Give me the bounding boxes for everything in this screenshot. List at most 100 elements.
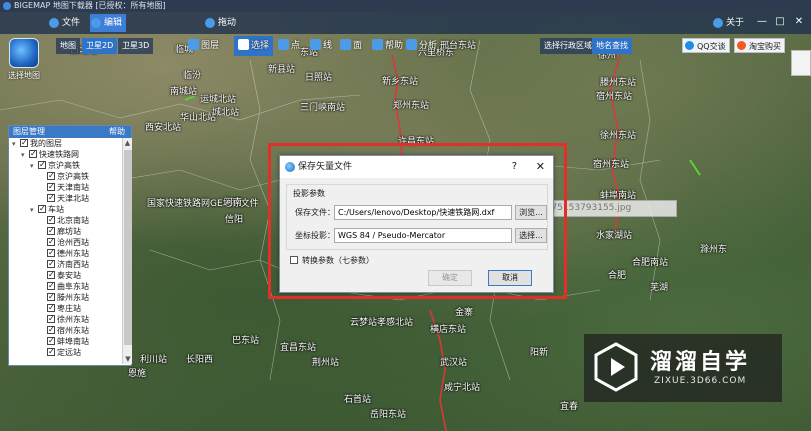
checkbox-box[interactable] bbox=[290, 256, 298, 264]
layer-tree-item[interactable]: 滕州东站 bbox=[9, 291, 121, 303]
close-button[interactable]: ✕ bbox=[793, 16, 805, 28]
menu-file[interactable]: 文件 bbox=[48, 14, 84, 32]
tool-select[interactable]: 选择 bbox=[234, 36, 274, 56]
convert-params-checkbox[interactable]: 转换参数（七参数） bbox=[290, 256, 374, 266]
scroll-thumb[interactable] bbox=[124, 150, 132, 345]
layer-panel-scrollbar[interactable]: ▲ ▼ bbox=[122, 138, 132, 364]
layer-checkbox[interactable] bbox=[47, 181, 55, 192]
side-panel-toggle[interactable] bbox=[791, 50, 811, 76]
layer-panel-help-link[interactable]: 帮助 bbox=[109, 126, 125, 138]
scroll-up-icon[interactable]: ▲ bbox=[123, 138, 132, 148]
minimize-button[interactable]: — bbox=[756, 16, 768, 28]
save-vector-dialog: 保存矢量文件 ? ✕ 投影参数 保存文件： 浏览... 坐标投影： 选择... … bbox=[279, 155, 554, 293]
layer-tree-item[interactable]: 北京南站 bbox=[9, 214, 121, 226]
layer-checkbox[interactable] bbox=[47, 302, 55, 313]
layer-checkbox[interactable] bbox=[47, 247, 55, 258]
layer-checkbox[interactable] bbox=[47, 236, 55, 247]
layer-tree-item[interactable]: ▾车站 bbox=[9, 203, 121, 215]
layer-checkbox[interactable] bbox=[47, 214, 55, 225]
layer-tree-item[interactable]: 徐州东站 bbox=[9, 313, 121, 325]
layer-checkbox[interactable] bbox=[47, 346, 55, 357]
menu-file-label: 文件 bbox=[62, 18, 81, 28]
layer-checkbox[interactable] bbox=[47, 335, 55, 346]
tab-satellite-2d[interactable]: 卫星2D bbox=[82, 38, 118, 54]
choose-map-button[interactable]: 选择地图 bbox=[6, 38, 42, 88]
layer-checkbox[interactable] bbox=[47, 291, 55, 302]
layer-tree-item[interactable]: 沧州西站 bbox=[9, 236, 121, 248]
cursor-icon bbox=[238, 39, 249, 50]
dialog-help-button[interactable]: ? bbox=[512, 156, 517, 178]
tool-layers-label: 图层 bbox=[201, 41, 220, 51]
layer-checkbox[interactable] bbox=[38, 203, 46, 214]
tab-admin-region[interactable]: 选择行政区域 bbox=[540, 38, 596, 54]
layer-checkbox[interactable] bbox=[20, 138, 28, 148]
maximize-button[interactable]: □ bbox=[774, 16, 786, 28]
cancel-button[interactable]: 取消 bbox=[488, 270, 532, 286]
layer-tree-item[interactable]: ▾我的图层 bbox=[9, 138, 121, 149]
layer-tree-item[interactable]: 蚌埠南站 bbox=[9, 335, 121, 347]
map-label: 新县站 bbox=[268, 65, 296, 75]
tool-point[interactable]: 点 bbox=[274, 36, 304, 56]
browse-button[interactable]: 浏览... bbox=[515, 205, 547, 220]
layer-tree: ▾我的图层▾快速铁路网▾京沪高铁京沪高铁天津南站天津北站▾车站北京南站廊坊站沧州… bbox=[9, 138, 121, 364]
tool-line-label: 线 bbox=[323, 41, 333, 51]
layer-tree-item[interactable]: ▾快速铁路网 bbox=[9, 148, 121, 160]
layer-checkbox[interactable] bbox=[47, 170, 55, 181]
layer-checkbox[interactable] bbox=[38, 159, 46, 170]
line-icon bbox=[310, 39, 321, 50]
map-label: 徐州东站 bbox=[600, 131, 637, 141]
layer-tree-item[interactable]: 定远站 bbox=[9, 346, 121, 358]
tool-line[interactable]: 线 bbox=[306, 36, 336, 56]
layer-label: 蚌埠南站 bbox=[57, 337, 89, 346]
projection-group-label: 投影参数 bbox=[293, 189, 325, 198]
tool-layers[interactable]: 图层 bbox=[184, 36, 223, 56]
polygon-icon bbox=[340, 39, 351, 50]
ok-button[interactable]: 确定 bbox=[428, 270, 472, 286]
tab-place-search[interactable]: 地名查找 bbox=[592, 38, 632, 54]
taobao-buy-button[interactable]: 淘宝购买 bbox=[734, 38, 785, 53]
layer-tree-item[interactable]: 济南西站 bbox=[9, 258, 121, 270]
map-label: 金寨 bbox=[455, 308, 474, 318]
scroll-down-icon[interactable]: ▼ bbox=[123, 354, 133, 364]
tool-polygon[interactable]: 面 bbox=[336, 36, 366, 56]
menu-edit[interactable]: 编辑 bbox=[90, 14, 127, 32]
layer-checkbox[interactable] bbox=[47, 192, 55, 203]
layer-checkbox[interactable] bbox=[47, 324, 55, 335]
save-file-path-input[interactable] bbox=[334, 205, 512, 220]
layer-checkbox[interactable] bbox=[47, 258, 55, 269]
menu-about[interactable]: 关于 bbox=[712, 14, 748, 32]
layer-tree-item[interactable]: 京沪高铁 bbox=[9, 170, 121, 182]
layer-tree-item[interactable]: 宿州东站 bbox=[9, 324, 121, 336]
menu-drag[interactable]: 拖动 bbox=[204, 14, 240, 32]
tab-satellite-3d[interactable]: 卫星3D bbox=[118, 38, 154, 54]
projection-input[interactable] bbox=[334, 228, 512, 243]
layer-checkbox[interactable] bbox=[47, 225, 55, 236]
choose-projection-button[interactable]: 选择... bbox=[515, 228, 547, 243]
dialog-close-button[interactable]: ✕ bbox=[536, 156, 545, 178]
layer-tree-item[interactable]: 泰安站 bbox=[9, 269, 121, 281]
map-label: 武汉站 bbox=[440, 358, 468, 368]
layer-checkbox[interactable] bbox=[47, 269, 55, 280]
map-label: 三门峡南站 bbox=[300, 103, 346, 113]
layer-label: 徐州东站 bbox=[57, 315, 89, 324]
map-label: 云梦站 bbox=[350, 318, 378, 328]
layer-checkbox[interactable] bbox=[47, 280, 55, 291]
layer-checkbox[interactable] bbox=[29, 148, 37, 159]
layer-label: 廊坊站 bbox=[57, 227, 81, 236]
layer-manager-panel: 图层管理 帮助 ▾我的图层▾快速铁路网▾京沪高铁京沪高铁天津南站天津北站▾车站北… bbox=[8, 125, 132, 366]
layer-label: 我的图层 bbox=[30, 139, 62, 148]
layer-tree-item[interactable]: 天津南站 bbox=[9, 181, 121, 193]
layer-tree-item[interactable]: 曲阜东站 bbox=[9, 280, 121, 292]
layer-checkbox[interactable] bbox=[47, 313, 55, 324]
tab-map[interactable]: 地图 bbox=[56, 38, 80, 54]
tool-analysis[interactable]: 分析 bbox=[402, 36, 441, 56]
layer-tree-item[interactable]: 天津北站 bbox=[9, 192, 121, 204]
help-icon bbox=[372, 39, 383, 50]
projection-label: 坐标投影： bbox=[295, 231, 335, 240]
qq-chat-button[interactable]: QQ交谈 bbox=[682, 38, 730, 53]
layer-label: 曲阜东站 bbox=[57, 282, 89, 291]
layer-tree-item[interactable]: 德州东站 bbox=[9, 247, 121, 259]
layer-tree-item[interactable]: 枣庄站 bbox=[9, 302, 121, 314]
layer-tree-item[interactable]: 廊坊站 bbox=[9, 225, 121, 237]
layer-tree-item[interactable]: ▾京沪高铁 bbox=[9, 159, 121, 171]
